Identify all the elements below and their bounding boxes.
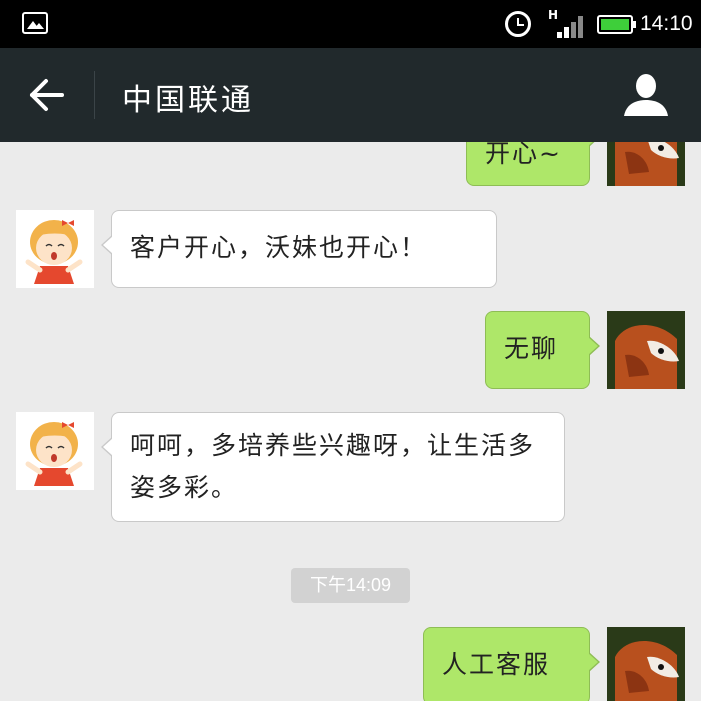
message-timestamp: 下午14:09 [291,568,410,603]
message-bubble-incoming[interactable]: 客户开心，沃妹也开心！ [101,210,497,288]
message-text: 呵呵，多培养些兴趣呀，让生活多姿多彩。 [130,431,536,502]
message-bubble-outgoing[interactable]: 开心~ [466,142,600,186]
red-panda-icon [607,311,685,389]
status-time: 14:10 [640,12,693,35]
arrow-left-icon [30,79,64,111]
message-bubble-outgoing[interactable]: 无聊 [485,311,600,389]
title-divider [94,71,95,119]
profile-button[interactable] [620,70,672,122]
red-panda-icon [607,627,685,701]
chat-area[interactable]: 开心~ 客户开心，沃妹也开心！ 无聊 呵呵，多培养些兴趣呀，让生活多姿多彩。 下… [0,142,701,701]
message-bubble-incoming[interactable]: 呵呵，多培养些兴趣呀，让生活多姿多彩。 [101,412,565,522]
cartoon-girl-icon [16,412,94,490]
title-bar: 中国联通 [0,48,701,142]
picture-icon [22,12,48,34]
page-title: 中国联通 [122,83,254,118]
message-text: 人工客服 [442,650,551,679]
avatar-agent[interactable] [16,412,94,490]
message-bubble-outgoing[interactable]: 人工客服 [423,627,600,701]
avatar-self[interactable] [607,311,685,389]
avatar-self[interactable] [607,627,685,701]
battery-icon [597,15,636,34]
status-bar: H 14:10 [0,0,701,48]
cartoon-girl-icon [16,210,94,288]
avatar-agent[interactable] [16,210,94,288]
message-text: 客户开心，沃妹也开心！ [130,233,428,262]
signal-icon [557,14,587,38]
alarm-icon [505,11,531,37]
message-text: 开心~ [485,142,562,168]
message-text: 无聊 [504,334,559,363]
back-button[interactable] [22,70,72,120]
red-panda-icon [607,142,685,186]
battery-fill [601,19,629,30]
avatar-self[interactable] [607,142,685,186]
person-icon [624,74,668,116]
